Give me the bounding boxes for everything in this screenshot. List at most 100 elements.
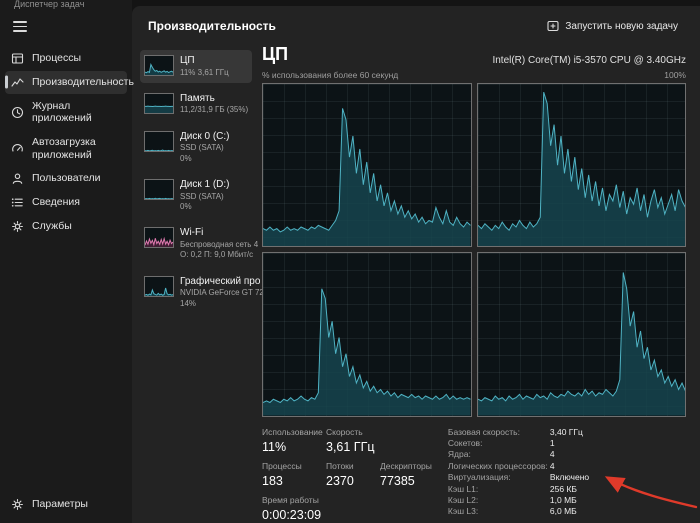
cpu-stats-secondary: Базовая скорость:3,40 ГГцСокетов:1Ядра:4… bbox=[448, 427, 589, 518]
stat-label: Потоки bbox=[326, 461, 374, 471]
cpu-core-graph-2[interactable] bbox=[477, 83, 687, 248]
detail-value: Включено bbox=[550, 472, 589, 483]
sidebar-bottom: Параметры bbox=[0, 492, 132, 517]
cpu-detail-row: Логических процессоров:4 bbox=[448, 461, 589, 472]
perf-list-item-disk0[interactable]: Диск 0 (C:)SSD (SATA)0% bbox=[140, 126, 252, 169]
cpu-core-graph-4[interactable] bbox=[477, 252, 687, 417]
run-new-task-icon bbox=[547, 20, 559, 32]
details-icon bbox=[11, 196, 24, 209]
perf-item-detail: Беспроводная сеть 4 bbox=[180, 240, 248, 250]
detail-value: 6,0 МБ bbox=[550, 506, 577, 517]
perf-item-name: Память bbox=[180, 93, 248, 106]
processes-icon bbox=[11, 52, 24, 65]
sidebar-item-label: Журнал приложений bbox=[32, 100, 121, 125]
stat-value: 11% bbox=[262, 440, 320, 454]
chart-max-label: 100% bbox=[664, 70, 686, 80]
cpu-core-graphs bbox=[262, 83, 686, 417]
perf-item-detail: NVIDIA GeForce GT 720 bbox=[180, 288, 248, 298]
stat-processes: Процессы 183 bbox=[262, 461, 320, 488]
perf-item-detail: 0% bbox=[180, 154, 230, 164]
perf-list-item-gpu[interactable]: Графический проNVIDIA GeForce GT 72014% bbox=[140, 271, 252, 314]
history-icon bbox=[11, 106, 24, 119]
mini-graph bbox=[144, 131, 174, 152]
cpu-stats-primary: Использование 11% Скорость 3,61 ГГц Проц… bbox=[262, 427, 432, 522]
cpu-detail-row: Сокетов:1 bbox=[448, 438, 589, 449]
stat-usage: Использование 11% bbox=[262, 427, 320, 454]
cpu-detail-panel: ЦП Intel(R) Core(TM) i5-3570 CPU @ 3.40G… bbox=[260, 42, 688, 523]
sidebar-item-services[interactable]: Службы bbox=[5, 215, 127, 238]
cpu-title: ЦП bbox=[262, 44, 288, 66]
detail-value: 4 bbox=[550, 449, 555, 460]
hamburger-menu-button[interactable] bbox=[13, 18, 27, 35]
stat-handles: Дескрипторы 77385 bbox=[380, 461, 432, 488]
sidebar-item-settings[interactable]: Параметры bbox=[5, 493, 127, 516]
stat-value: 77385 bbox=[380, 474, 432, 488]
cpu-detail-row: Базовая скорость:3,40 ГГц bbox=[448, 427, 589, 438]
chart-axis-label: % использования более 60 секунд bbox=[262, 70, 398, 80]
sidebar-item-performance[interactable]: Производительность bbox=[5, 71, 127, 94]
sidebar-item-label: Параметры bbox=[32, 498, 88, 511]
cpu-core-graph-1[interactable] bbox=[262, 83, 472, 248]
performance-icon bbox=[11, 76, 24, 89]
detail-label: Кэш L3: bbox=[448, 506, 550, 517]
perf-item-detail: 11% 3,61 ГГц bbox=[180, 68, 229, 78]
stat-label: Использование bbox=[262, 427, 320, 437]
sidebar-item-label: Процессы bbox=[32, 52, 81, 65]
main-panel: Производительность Запустить новую задач… bbox=[132, 6, 700, 523]
perf-list-item-wifi[interactable]: Wi-FiБеспроводная сеть 4О: 0,2 П: 9,0 Мб… bbox=[140, 222, 252, 265]
services-icon bbox=[11, 220, 24, 233]
perf-item-detail: 11,2/31,9 ГБ (35%) bbox=[180, 105, 248, 115]
run-new-task-label: Запустить новую задачу bbox=[565, 21, 678, 32]
mini-graph bbox=[144, 227, 174, 248]
detail-label: Виртуализация: bbox=[448, 472, 550, 483]
perf-item-detail: SSD (SATA) bbox=[180, 192, 230, 202]
run-new-task-button[interactable]: Запустить новую задачу bbox=[541, 16, 684, 36]
content-header: Производительность Запустить новую задач… bbox=[132, 6, 700, 42]
detail-value: 1 bbox=[550, 438, 555, 449]
detail-label: Кэш L2: bbox=[448, 495, 550, 506]
perf-item-name: Диск 1 (D:) bbox=[180, 179, 230, 192]
stat-label: Дескрипторы bbox=[380, 461, 432, 471]
stat-uptime: Время работы 0:00:23:09 bbox=[262, 495, 432, 522]
perf-list-item-cpu[interactable]: ЦП11% 3,61 ГГц bbox=[140, 50, 252, 83]
sidebar-item-label: Производительность bbox=[32, 76, 134, 89]
mini-graph bbox=[144, 55, 174, 76]
sidebar-item-users[interactable]: Пользователи bbox=[5, 167, 127, 190]
detail-value: 1,0 МБ bbox=[550, 495, 577, 506]
perf-list-item-memory[interactable]: Память11,2/31,9 ГБ (35%) bbox=[140, 88, 252, 121]
mini-graph bbox=[144, 93, 174, 114]
stat-threads: Потоки 2370 bbox=[326, 461, 374, 488]
stat-value: 2370 bbox=[326, 474, 374, 488]
stat-speed: Скорость 3,61 ГГц bbox=[326, 427, 432, 454]
detail-value: 3,40 ГГц bbox=[550, 427, 583, 438]
detail-value: 256 КБ bbox=[550, 484, 577, 495]
cpu-stats: Использование 11% Скорость 3,61 ГГц Проц… bbox=[260, 417, 688, 522]
perf-item-name: ЦП bbox=[180, 55, 229, 68]
app-title: Диспетчер задач bbox=[14, 0, 132, 9]
perf-item-detail: О: 0,2 П: 9,0 Мбит/с bbox=[180, 250, 248, 260]
cpu-detail-row: Кэш L3:6,0 МБ bbox=[448, 506, 589, 517]
perf-list-item-disk1[interactable]: Диск 1 (D:)SSD (SATA)0% bbox=[140, 174, 252, 217]
cpu-detail-row: Виртуализация:Включено bbox=[448, 472, 589, 483]
perf-item-detail: SSD (SATA) bbox=[180, 143, 230, 153]
sidebar-item-details[interactable]: Сведения bbox=[5, 191, 127, 214]
perf-item-detail: 0% bbox=[180, 202, 230, 212]
cpu-detail-row: Ядра:4 bbox=[448, 449, 589, 460]
detail-value: 4 bbox=[550, 461, 555, 472]
sidebar-item-label: Сведения bbox=[32, 196, 80, 209]
task-manager-window: Диспетчер задач Процессы Производительнос… bbox=[0, 0, 700, 523]
sidebar-item-processes[interactable]: Процессы bbox=[5, 47, 127, 70]
sidebar-item-startup[interactable]: Автозагрузка приложений bbox=[5, 131, 127, 166]
cpu-model-name: Intel(R) Core(TM) i5-3570 CPU @ 3.40GHz bbox=[492, 55, 686, 66]
sidebar-item-app-history[interactable]: Журнал приложений bbox=[5, 95, 127, 130]
detail-label: Кэш L1: bbox=[448, 484, 550, 495]
detail-label: Базовая скорость: bbox=[448, 427, 550, 438]
mini-graph bbox=[144, 276, 174, 297]
perf-item-name: Wi-Fi bbox=[180, 227, 248, 240]
startup-icon bbox=[11, 142, 24, 155]
cpu-detail-row: Кэш L2:1,0 МБ bbox=[448, 495, 589, 506]
perf-item-detail: 14% bbox=[180, 299, 248, 309]
cpu-detail-row: Кэш L1:256 КБ bbox=[448, 484, 589, 495]
perf-item-name: Графический про bbox=[180, 276, 248, 289]
cpu-core-graph-3[interactable] bbox=[262, 252, 472, 417]
